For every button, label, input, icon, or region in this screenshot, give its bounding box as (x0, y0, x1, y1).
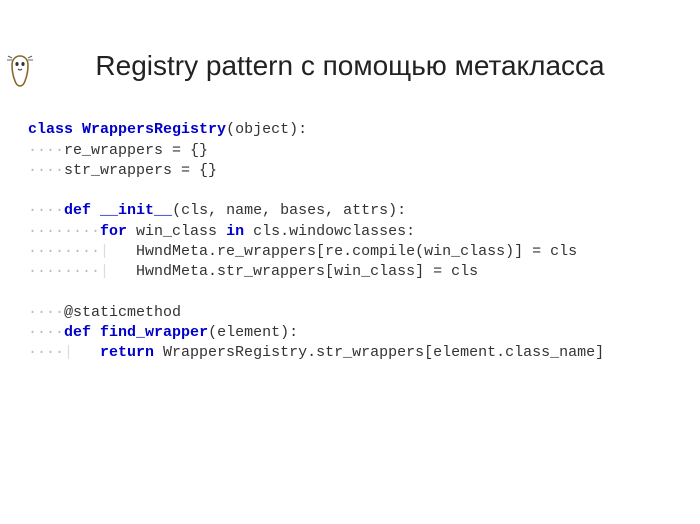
l1-rest: (object): (226, 121, 307, 138)
l9-rest: (element): (208, 324, 298, 341)
func-find: find_wrapper (100, 324, 208, 341)
l8: @staticmethod (64, 304, 181, 321)
l2: re_wrappers = {} (64, 142, 208, 159)
l10-rest: WrappersRegistry.str_wrappers[element.cl… (154, 344, 604, 361)
indent: ········ (28, 263, 100, 280)
kw-def2: def (64, 324, 91, 341)
l5-mid: win_class (127, 223, 226, 240)
kw-for: for (100, 223, 127, 240)
l5-rest: cls.windowclasses: (244, 223, 415, 240)
class-name: WrappersRegistry (82, 121, 226, 138)
func-init: __init__ (100, 202, 172, 219)
indent: ···· (28, 304, 64, 321)
code-block: class WrappersRegistry(object): ····re_w… (0, 100, 700, 363)
guide: | (100, 263, 136, 280)
indent: ···· (28, 162, 64, 179)
indent: ···· (28, 324, 64, 341)
slide-title: Registry pattern с помощью метакласса (0, 50, 700, 82)
guide: | (64, 344, 100, 361)
guide: | (100, 243, 136, 260)
indent: ···· (28, 344, 64, 361)
kw-def: def (64, 202, 91, 219)
kw-in: in (226, 223, 244, 240)
indent: ········ (28, 243, 100, 260)
kw-class: class (28, 121, 73, 138)
l3: str_wrappers = {} (64, 162, 217, 179)
indent: ········ (28, 223, 100, 240)
l4-rest: (cls, name, bases, attrs): (172, 202, 406, 219)
l7: HwndMeta.str_wrappers[win_class] = cls (136, 263, 478, 280)
indent: ···· (28, 142, 64, 159)
indent: ···· (28, 202, 64, 219)
kw-return: return (100, 344, 154, 361)
l6: HwndMeta.re_wrappers[re.compile(win_clas… (136, 243, 577, 260)
logo-icon (6, 54, 34, 93)
